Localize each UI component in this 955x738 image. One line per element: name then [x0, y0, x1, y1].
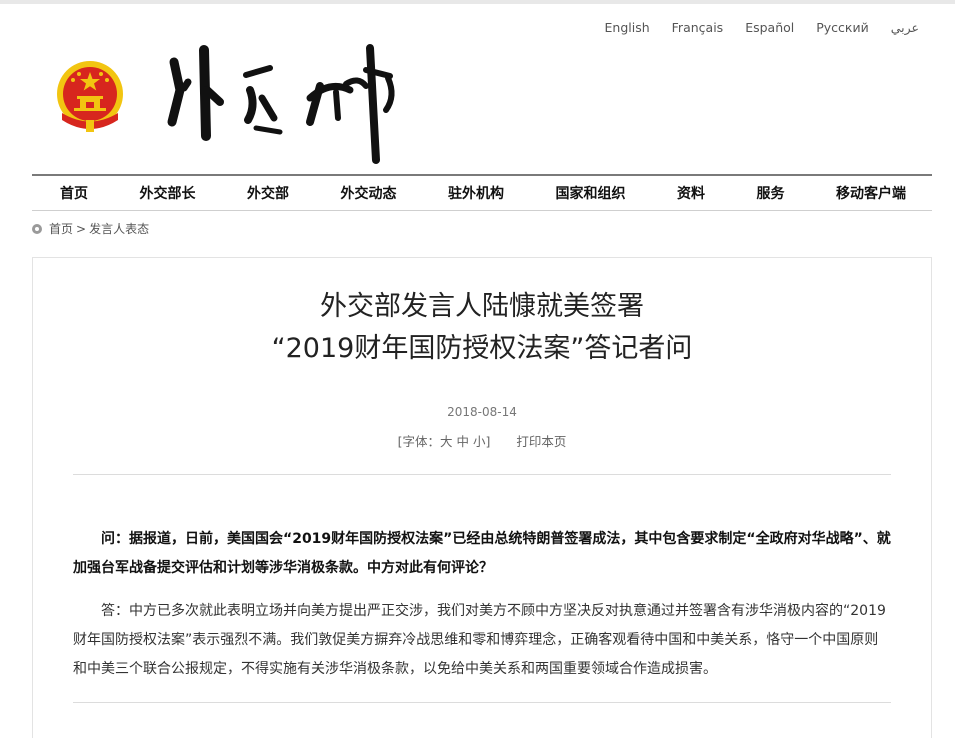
- national-emblem-icon[interactable]: [52, 58, 128, 138]
- lang-french[interactable]: Français: [672, 20, 724, 35]
- breadcrumb-current[interactable]: 发言人表态: [89, 220, 149, 237]
- nav-item-home[interactable]: 首页: [60, 183, 88, 203]
- article-title-line2: “2019财年国防授权法案”答记者问: [271, 333, 693, 364]
- article-tools: [字体：大 中 小] 打印本页: [33, 431, 931, 450]
- language-switcher: English Français Español Русский عربي: [583, 20, 919, 35]
- nav-item-countries[interactable]: 国家和组织: [556, 183, 626, 203]
- font-size-label: [字体：: [397, 434, 440, 449]
- font-size-large[interactable]: 大: [440, 434, 453, 449]
- lang-russian[interactable]: Русский: [816, 20, 868, 35]
- question-paragraph: 问：据报道，日前，美国国会“2019财年国防授权法案”已经由总统特朗普签署成法，…: [73, 531, 891, 576]
- font-size-small[interactable]: 小: [473, 434, 486, 449]
- lang-spanish[interactable]: Español: [745, 20, 794, 35]
- nav-item-mobile[interactable]: 移动客户端: [836, 183, 906, 203]
- lang-arabic[interactable]: عربي: [891, 20, 919, 35]
- body-divider: [73, 702, 891, 703]
- header-divider: [73, 474, 891, 475]
- nav-item-missions[interactable]: 驻外机构: [448, 183, 504, 203]
- article-title-line1: 外交部发言人陆慷就美签署: [320, 291, 644, 322]
- main-navigation: 首页 外交部长 外交部 外交动态 驻外机构 国家和组织 资料 服务 移动客户端: [32, 174, 932, 211]
- article-panel: 外交部发言人陆慷就美签署 “2019财年国防授权法案”答记者问 2018-08-…: [32, 257, 932, 738]
- article-body: 问：据报道，日前，美国国会“2019财年国防授权法案”已经由总统特朗普签署成法，…: [73, 525, 891, 684]
- breadcrumb-separator: >: [76, 221, 87, 236]
- location-icon: [32, 223, 42, 234]
- lang-english[interactable]: English: [605, 20, 650, 35]
- nav-item-resources[interactable]: 资料: [677, 183, 705, 203]
- nav-item-minister[interactable]: 外交部长: [140, 183, 196, 203]
- nav-item-news[interactable]: 外交动态: [341, 183, 397, 203]
- ministry-calligraphy-logo[interactable]: [160, 40, 410, 165]
- font-size-medium[interactable]: 中: [456, 434, 469, 449]
- nav-bottom-rule: [32, 210, 932, 211]
- nav-item-ministry[interactable]: 外交部: [247, 183, 289, 203]
- top-border: [0, 0, 955, 4]
- article-title: 外交部发言人陆慷就美签署 “2019财年国防授权法案”答记者问: [33, 286, 931, 370]
- answer-paragraph: 答：中方已多次就此表明立场并向美方提出严正交涉，我们对美方不顾中方坚决反对执意通…: [73, 603, 886, 677]
- print-page-link[interactable]: 打印本页: [516, 434, 566, 449]
- article-date: 2018-08-14: [447, 405, 517, 419]
- breadcrumb-home[interactable]: 首页: [49, 220, 73, 237]
- nav-item-services[interactable]: 服务: [757, 183, 785, 203]
- font-size-close: ]: [485, 434, 491, 449]
- breadcrumb: 首页 > 发言人表态: [32, 220, 149, 237]
